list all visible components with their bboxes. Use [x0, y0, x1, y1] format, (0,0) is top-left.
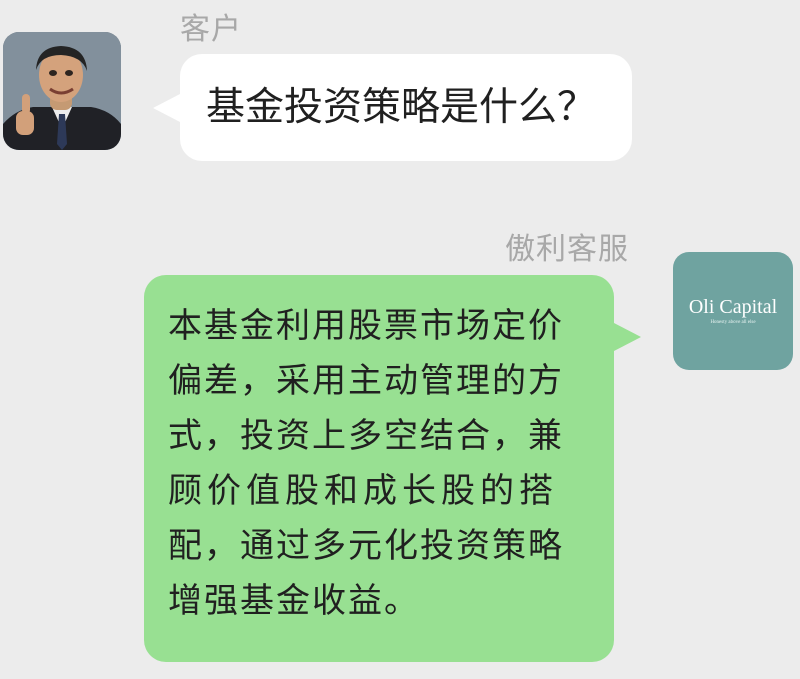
agent-avatar[interactable]: Oli Capital Honesty above all else — [673, 252, 793, 370]
agent-message-line: 本基金利用股票市场定价 — [168, 306, 564, 346]
agent-message-line: 偏差，采用主动管理的方 — [168, 361, 564, 401]
customer-message-text: 基金投资策略是什么？ — [206, 85, 597, 130]
customer-avatar[interactable] — [3, 32, 121, 150]
customer-message-bubble[interactable]: 基金投资策略是什么？ — [153, 54, 632, 161]
customer-sender-name: 客户 — [180, 12, 242, 47]
oli-capital-logo: Oli Capital — [688, 296, 778, 318]
agent-message-line: 式，投资上多空结合，兼 — [168, 416, 564, 456]
agent-message-line: 增强基金收益。 — [168, 581, 420, 621]
agent-message-line: 配，通过多元化投资策略 — [168, 526, 564, 566]
chat-conversation: 客户 基金投资策略是什么？ 傲利客服 Oli Capital Honesty a… — [0, 0, 800, 679]
oli-capital-tagline: Honesty above all else — [710, 320, 756, 325]
person-thumbs-up-icon — [3, 32, 121, 150]
agent-message-line: 顾价值股和成长股的搭 — [168, 471, 558, 511]
agent-message-bubble[interactable]: 本基金利用股票市场定价 偏差，采用主动管理的方 式，投资上多空结合，兼 顾价值股… — [144, 275, 641, 662]
agent-sender-name: 傲利客服 — [505, 232, 629, 267]
